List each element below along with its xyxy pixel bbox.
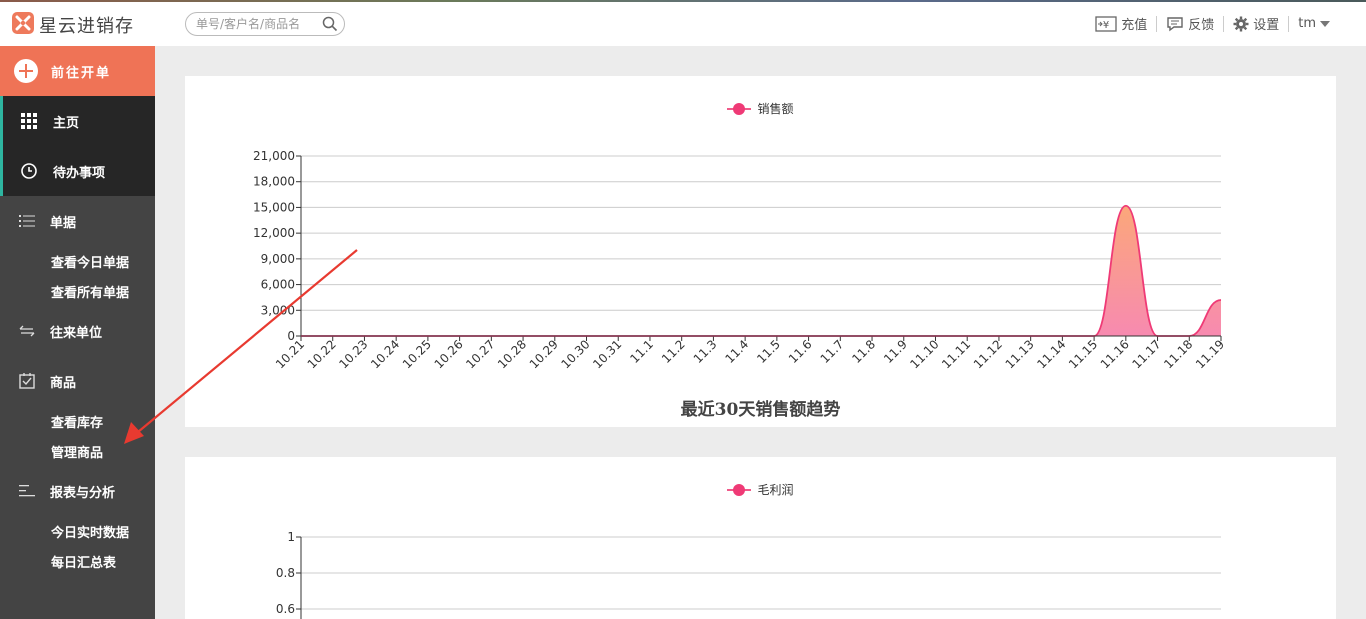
new-order-label: 前往开单 bbox=[51, 65, 112, 81]
profit-chart-card: 毛利润 0.6 0.8 1 bbox=[185, 457, 1336, 619]
sidebar-group-reports[interactable]: 报表与分析 bbox=[0, 476, 155, 506]
grid-icon bbox=[21, 113, 37, 129]
toolbar: ¥ 充值 反馈 设置 tm bbox=[1086, 14, 1330, 33]
x-tick-label: 11.17 bbox=[1129, 337, 1163, 371]
x-tick-label: 10.29 bbox=[527, 337, 561, 371]
app-name: 星云进销存 bbox=[39, 16, 134, 37]
top-bar: 星云进销存 ¥ 充值 反馈 设置 tm bbox=[0, 2, 1366, 46]
x-tick-label: 11.16 bbox=[1098, 337, 1132, 371]
sidebar-group-label: 往来单位 bbox=[50, 325, 103, 341]
sidebar-group-partners[interactable]: 往来单位 bbox=[0, 316, 155, 346]
x-tick-label: 11.8 bbox=[849, 337, 878, 366]
sidebar-item-today-documents[interactable]: 查看今日单据 bbox=[51, 252, 129, 271]
gear-icon bbox=[1233, 16, 1249, 31]
y-tick-label: 18,000 bbox=[253, 175, 295, 189]
x-tick-label: 11.10 bbox=[907, 337, 941, 371]
x-tick-label: 11.2 bbox=[659, 337, 688, 366]
y-tick-label: 21,000 bbox=[253, 149, 295, 163]
exchange-icon bbox=[19, 325, 35, 337]
x-tick-label: 11.13 bbox=[1003, 337, 1037, 371]
x-tick-label: 10.31 bbox=[590, 337, 624, 371]
x-tick-label: 10.25 bbox=[400, 337, 434, 371]
y-tick-label: 1 bbox=[287, 530, 295, 544]
sidebar: 前往开单 主页 待办事项 单据 查看今日单据 查看所有单据 往来单位 商品 查看… bbox=[0, 46, 155, 619]
x-tick-label: 10.22 bbox=[305, 337, 339, 371]
sales-chart-card: 销售额 0 3,000 6,000 9,000 12,000 15,000 18,000 21… bbox=[185, 76, 1336, 427]
sidebar-group-products[interactable]: 商品 bbox=[0, 366, 155, 396]
y-tick-label: 6,000 bbox=[261, 278, 295, 292]
x-tick-label: 11.4 bbox=[722, 337, 751, 366]
settings-button[interactable]: 设置 bbox=[1224, 14, 1288, 33]
x-tick-label: 10.26 bbox=[432, 337, 466, 371]
sidebar-group-label: 单据 bbox=[50, 215, 77, 231]
recharge-button[interactable]: ¥ 充值 bbox=[1086, 14, 1156, 33]
y-tick-label: 0.6 bbox=[276, 602, 295, 616]
sidebar-item-view-inventory[interactable]: 查看库存 bbox=[51, 412, 103, 431]
series-line bbox=[301, 204, 1222, 337]
x-tick-label: 10.27 bbox=[463, 337, 497, 371]
svg-text:¥: ¥ bbox=[1103, 20, 1109, 31]
search-input[interactable] bbox=[196, 16, 316, 32]
sidebar-group-label: 报表与分析 bbox=[50, 485, 116, 501]
recharge-icon: ¥ bbox=[1095, 15, 1117, 32]
x-tick-label: 11.18 bbox=[1161, 337, 1195, 371]
x-tick-label: 10.24 bbox=[368, 337, 402, 371]
checkbox-icon bbox=[19, 373, 35, 389]
y-tick-label: 12,000 bbox=[253, 226, 295, 240]
x-tick-label: 11.5 bbox=[754, 337, 783, 366]
y-tick-label: 0.8 bbox=[276, 566, 295, 580]
x-tick-label: 10.28 bbox=[495, 337, 529, 371]
x-tick-label: 11.3 bbox=[691, 337, 720, 366]
search-icon[interactable] bbox=[322, 16, 338, 32]
x-tick-label: 11.14 bbox=[1034, 337, 1068, 371]
x-tick-label: 11.9 bbox=[881, 337, 910, 366]
x-tick-label: 10.30 bbox=[558, 337, 592, 371]
sidebar-group-label: 商品 bbox=[50, 375, 77, 391]
feedback-button[interactable]: 反馈 bbox=[1157, 14, 1223, 33]
username: tm bbox=[1298, 16, 1316, 31]
sidebar-item-manage-products[interactable]: 管理商品 bbox=[51, 442, 103, 461]
user-menu[interactable]: tm bbox=[1289, 16, 1330, 31]
list-icon bbox=[19, 215, 35, 227]
x-tick-label: 11.1 bbox=[627, 337, 656, 366]
clock-icon bbox=[21, 163, 37, 179]
x-tick-label: 11.11 bbox=[939, 337, 973, 371]
settings-label: 设置 bbox=[1253, 18, 1280, 33]
x-tick-label: 11.7 bbox=[818, 337, 847, 366]
sidebar-item-label: 待办事项 bbox=[53, 165, 106, 181]
chart-title: 最近30天销售额趋势 bbox=[680, 400, 841, 420]
y-tick-label: 9,000 bbox=[261, 252, 295, 266]
profit-chart: 0.6 0.8 1 bbox=[276, 530, 1221, 619]
search-box[interactable] bbox=[185, 12, 345, 36]
recharge-label: 充值 bbox=[1121, 18, 1148, 33]
sales-chart: 03,0006,0009,00012,00015,00018,00021,000… bbox=[253, 149, 1227, 371]
x-tick-label: 11.15 bbox=[1066, 337, 1100, 371]
sidebar-item-todo[interactable]: 待办事项 bbox=[0, 146, 155, 196]
series-area bbox=[301, 205, 1221, 336]
sidebar-item-daily-summary[interactable]: 每日汇总表 bbox=[51, 552, 116, 571]
y-tick-label: 3,000 bbox=[261, 303, 295, 317]
logo-icon bbox=[12, 12, 34, 34]
sidebar-item-realtime-data[interactable]: 今日实时数据 bbox=[51, 522, 129, 541]
chevron-down-icon bbox=[1320, 20, 1330, 27]
x-tick-label: 10.23 bbox=[336, 337, 370, 371]
x-tick-label: 11.6 bbox=[786, 337, 815, 366]
report-icon bbox=[19, 485, 35, 497]
x-tick-label: 11.12 bbox=[971, 337, 1005, 371]
sidebar-group-documents[interactable]: 单据 bbox=[0, 206, 155, 236]
y-tick-label: 15,000 bbox=[253, 200, 295, 214]
x-tick-label: 11.19 bbox=[1193, 337, 1227, 371]
new-order-button[interactable]: 前往开单 bbox=[0, 46, 155, 96]
sidebar-item-home[interactable]: 主页 bbox=[0, 96, 155, 146]
chat-icon bbox=[1167, 16, 1183, 31]
feedback-label: 反馈 bbox=[1188, 18, 1215, 33]
sidebar-item-all-documents[interactable]: 查看所有单据 bbox=[51, 282, 129, 301]
plus-icon bbox=[14, 59, 38, 83]
sidebar-item-label: 主页 bbox=[53, 115, 80, 131]
